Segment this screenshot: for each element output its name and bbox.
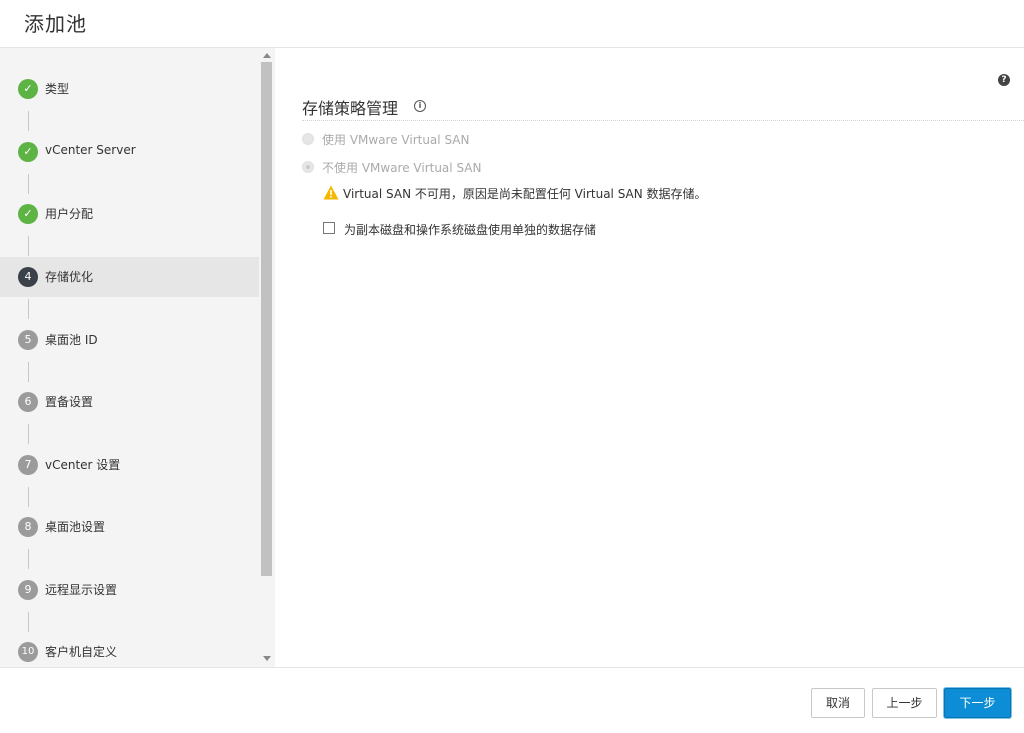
- step-connector: [28, 549, 29, 569]
- step-number-badge: 4: [18, 267, 38, 287]
- step-number-badge: 9: [18, 580, 38, 600]
- check-icon: ✓: [18, 204, 38, 224]
- warning-icon: [323, 185, 339, 200]
- step-item-user-assignment[interactable]: ✓ 用户分配: [0, 194, 259, 234]
- step-connector: [28, 362, 29, 382]
- step-number-badge: 8: [18, 517, 38, 537]
- radio-button[interactable]: [302, 161, 314, 173]
- step-number-badge: 6: [18, 392, 38, 412]
- info-icon[interactable]: i: [414, 100, 426, 112]
- main-content: ? 存储策略管理 i 使用 VMware Virtual SAN 不使用 VMw…: [275, 48, 1024, 667]
- scroll-up-arrow-icon[interactable]: [263, 53, 271, 58]
- checkbox-label[interactable]: 为副本磁盘和操作系统磁盘使用单独的数据存储: [344, 221, 596, 238]
- step-label: 客户机自定义: [45, 645, 118, 659]
- radio-label: 使用 VMware Virtual SAN: [322, 133, 470, 147]
- step-item-guest-customization[interactable]: 10 客户机自定义: [0, 632, 259, 667]
- next-button[interactable]: 下一步: [944, 688, 1011, 718]
- step-label: 桌面池 ID: [45, 333, 98, 347]
- step-connector: [28, 612, 29, 632]
- step-label: 存储优化: [45, 270, 94, 284]
- step-label: 类型: [45, 82, 70, 96]
- help-icon[interactable]: ?: [998, 74, 1010, 86]
- warning-text: Virtual SAN 不可用，原因是尚未配置任何 Virtual SAN 数据…: [343, 187, 707, 201]
- step-item-type[interactable]: ✓ 类型: [0, 69, 259, 109]
- step-label: vCenter Server: [45, 143, 136, 157]
- step-item-pool-settings[interactable]: 8 桌面池设置: [0, 507, 259, 547]
- dialog-footer: 取消 上一步 下一步: [0, 667, 1024, 733]
- step-label: vCenter 设置: [45, 458, 121, 472]
- divider: [302, 120, 1024, 121]
- radio-button[interactable]: [302, 133, 314, 145]
- step-item-provisioning-settings[interactable]: 6 置备设置: [0, 382, 259, 422]
- scroll-down-arrow-icon[interactable]: [263, 656, 271, 661]
- step-number-badge: 7: [18, 455, 38, 475]
- section-title: 存储策略管理: [302, 99, 399, 118]
- step-connector: [28, 111, 29, 131]
- step-label: 桌面池设置: [45, 520, 106, 534]
- back-button[interactable]: 上一步: [872, 688, 937, 718]
- scrollbar-thumb[interactable]: [261, 62, 272, 576]
- step-label: 远程显示设置: [45, 583, 118, 597]
- wizard-steps-sidebar: ✓ 类型 ✓ vCenter Server ✓ 用户分配 4 存储优化 5 桌面…: [0, 48, 275, 667]
- separate-datastore-checkbox[interactable]: [323, 222, 335, 234]
- step-item-pool-id[interactable]: 5 桌面池 ID: [0, 320, 259, 360]
- dialog-header: 添加池: [0, 0, 1024, 48]
- step-number-badge: 5: [18, 330, 38, 350]
- step-label: 用户分配: [45, 207, 94, 221]
- radio-label: 不使用 VMware Virtual SAN: [322, 161, 482, 175]
- step-item-vcenter-settings[interactable]: 7 vCenter 设置: [0, 445, 259, 485]
- step-connector: [28, 424, 29, 444]
- step-item-remote-display[interactable]: 9 远程显示设置: [0, 570, 259, 610]
- step-label: 置备设置: [45, 395, 94, 409]
- step-item-storage-optimization[interactable]: 4 存储优化: [0, 257, 259, 297]
- check-icon: ✓: [18, 79, 38, 99]
- sidebar-scrollbar[interactable]: [259, 48, 275, 667]
- step-connector: [28, 174, 29, 194]
- check-icon: ✓: [18, 142, 38, 162]
- step-connector: [28, 487, 29, 507]
- step-number-badge: 10: [18, 642, 38, 662]
- step-connector: [28, 299, 29, 319]
- step-item-vcenter-server[interactable]: ✓ vCenter Server: [0, 132, 259, 172]
- step-connector: [28, 236, 29, 256]
- cancel-button[interactable]: 取消: [811, 688, 865, 718]
- dialog-title: 添加池: [24, 12, 87, 36]
